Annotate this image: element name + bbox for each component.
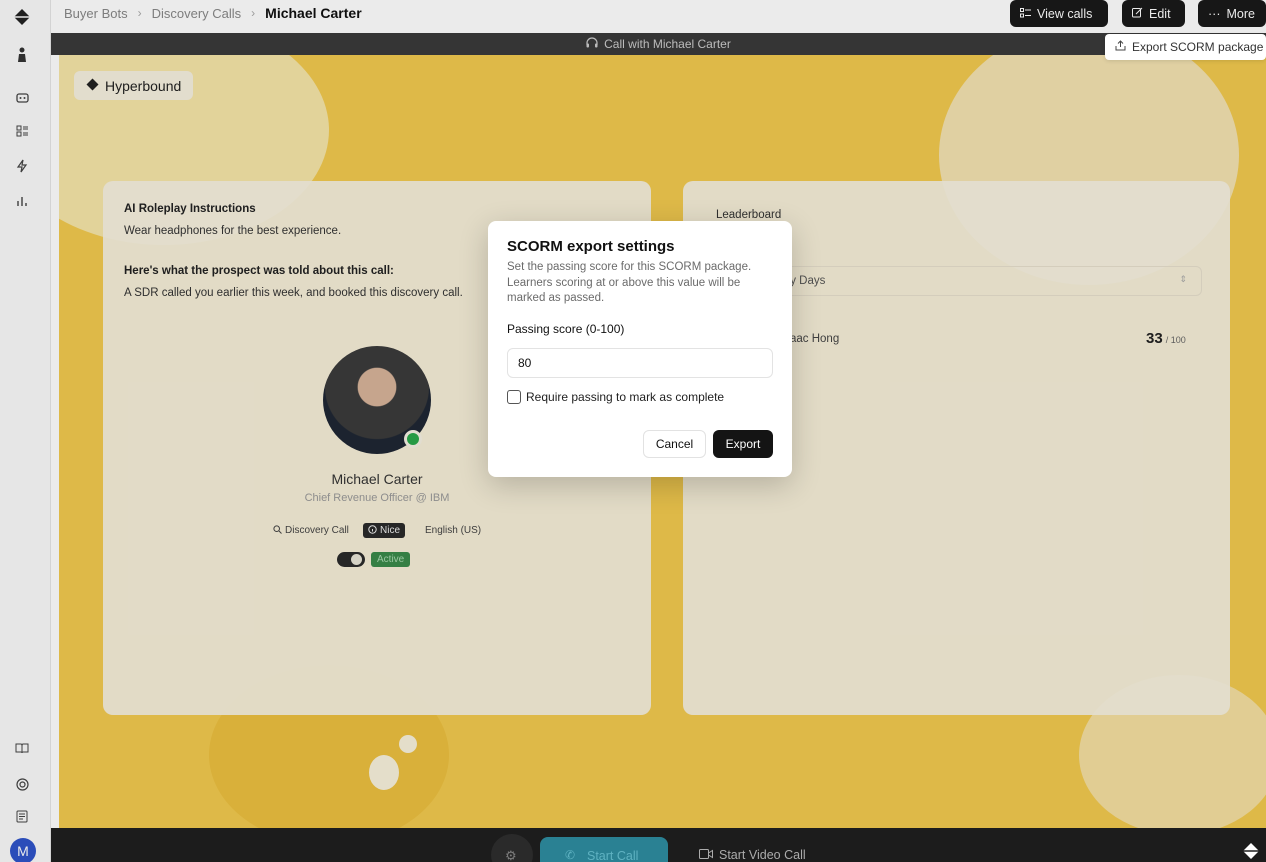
help-launcher-icon[interactable] <box>1242 842 1260 860</box>
export-icon <box>1115 40 1126 54</box>
require-passing-checkbox[interactable] <box>507 390 521 404</box>
dialog-title: SCORM export settings <box>507 238 675 255</box>
export-scorm-menu-item[interactable]: Export SCORM package <box>1105 34 1266 60</box>
cancel-button[interactable]: Cancel <box>643 430 706 458</box>
require-passing-label[interactable]: Require passing to mark as complete <box>526 390 724 404</box>
passing-score-input[interactable] <box>507 348 773 378</box>
passing-score-label: Passing score (0-100) <box>507 322 625 336</box>
dialog-description: Set the passing score for this SCORM pac… <box>507 261 752 304</box>
export-button[interactable]: Export <box>713 430 773 458</box>
scorm-export-dialog: SCORM export settings Set the passing sc… <box>488 221 792 477</box>
